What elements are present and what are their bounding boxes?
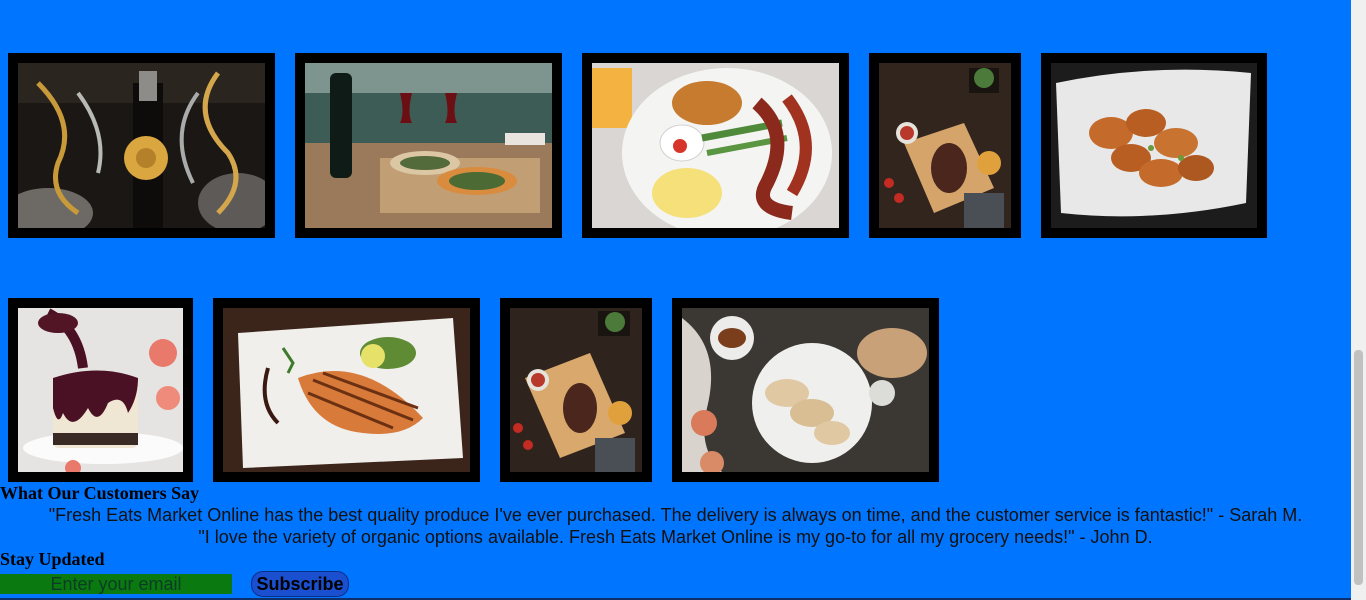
grilled-fish-photo[interactable] <box>213 298 480 482</box>
grilled-fish-image <box>223 308 470 472</box>
bread-table-photo[interactable] <box>672 298 939 482</box>
fried-chicken-image <box>1051 63 1257 228</box>
subscribe-button[interactable]: Subscribe <box>251 571 349 597</box>
champagne-image <box>18 63 265 228</box>
pizza-wine-photo[interactable] <box>295 53 562 238</box>
steak-board-photo-2[interactable] <box>500 298 652 482</box>
bread-table-image <box>682 308 929 472</box>
steak-board-photo[interactable] <box>869 53 1021 238</box>
cheesecake-photo[interactable] <box>8 298 193 482</box>
newsletter-title: Stay Updated <box>0 549 105 569</box>
testimonial-quote: "Fresh Eats Market Online has the best q… <box>48 505 1303 525</box>
vertical-scrollbar[interactable] <box>1351 0 1366 600</box>
cheesecake-image <box>18 308 183 472</box>
testimonials-title: What Our Customers Say <box>0 483 200 503</box>
pizza-wine-image <box>305 63 552 228</box>
email-input[interactable] <box>0 574 232 594</box>
breakfast-plate-photo[interactable] <box>582 53 849 238</box>
steak-board-image-2 <box>510 308 642 472</box>
breakfast-image <box>592 63 839 228</box>
steak-board-image <box>879 63 1011 228</box>
scrollbar-thumb[interactable] <box>1354 350 1363 585</box>
fried-chicken-photo[interactable] <box>1041 53 1267 238</box>
testimonial-quote: "I love the variety of organic options a… <box>198 527 1153 547</box>
gallery-row-2 <box>8 298 959 482</box>
gallery-row-1 <box>8 53 1287 238</box>
champagne-photo[interactable] <box>8 53 275 238</box>
